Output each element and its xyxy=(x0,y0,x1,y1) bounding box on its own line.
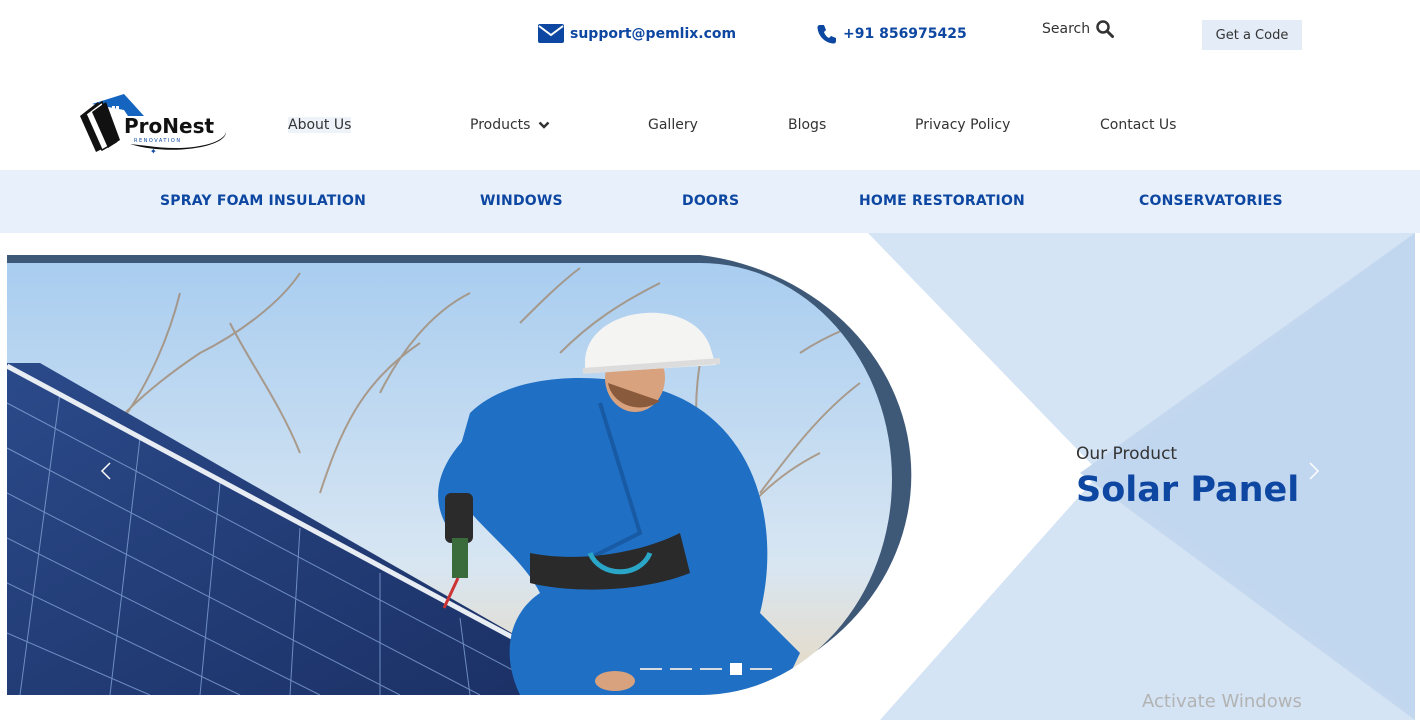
phone-text: +91 856975425 xyxy=(843,26,967,42)
nav-item-label: Blogs xyxy=(788,117,827,133)
envelope-icon xyxy=(538,24,564,43)
slider-dot-active[interactable] xyxy=(730,663,742,675)
nav-item-label: Contact Us xyxy=(1100,117,1177,133)
slider-dot[interactable] xyxy=(700,668,722,670)
chevron-down-icon xyxy=(539,121,550,129)
nav-item-blogs[interactable]: Blogs xyxy=(788,117,826,133)
nav-item-products[interactable]: Products xyxy=(470,117,550,133)
category-windows[interactable]: WINDOWS xyxy=(480,193,563,209)
phone-link[interactable]: +91 856975425 xyxy=(817,24,967,44)
main-navigation: ProNest RENOVATION ✦ About Us Products G… xyxy=(0,80,1420,170)
top-contact-bar: support@pemlix.com +91 856975425 Search … xyxy=(0,0,1420,70)
get-a-code-button[interactable]: Get a Code xyxy=(1202,20,1302,50)
nav-item-label: Privacy Policy xyxy=(915,117,1011,133)
category-bar: SPRAY FOAM INSULATION WINDOWS DOORS HOME… xyxy=(0,170,1420,233)
category-spray-foam-insulation[interactable]: SPRAY FOAM INSULATION xyxy=(160,193,366,209)
search-link[interactable]: Search xyxy=(1042,20,1115,38)
slider-pagination xyxy=(640,663,772,675)
nav-item-gallery[interactable]: Gallery xyxy=(648,117,698,133)
nav-item-label: Products xyxy=(470,117,531,133)
logo-name: ProNest xyxy=(124,114,214,138)
chevron-right-icon xyxy=(1309,462,1320,480)
svg-text:✦: ✦ xyxy=(150,147,157,156)
logo-mark: ProNest RENOVATION ✦ xyxy=(80,94,226,156)
hero-slider: Our Product Solar Panel Activate Windows xyxy=(0,233,1420,720)
nav-item-label: Gallery xyxy=(648,117,698,133)
activate-windows-watermark: Activate Windows xyxy=(1142,691,1302,712)
chevron-left-icon xyxy=(100,462,111,480)
phone-icon xyxy=(817,25,836,44)
pronest-logo[interactable]: ProNest RENOVATION ✦ xyxy=(78,94,230,156)
hero-caption: Our Product Solar Panel xyxy=(1076,444,1299,510)
category-home-restoration[interactable]: HOME RESTORATION xyxy=(859,193,1025,209)
search-icon xyxy=(1096,20,1115,38)
email-text: support@pemlix.com xyxy=(570,25,737,42)
logo-tagline: RENOVATION xyxy=(134,138,182,144)
hero-title: Solar Panel xyxy=(1076,470,1300,510)
nav-item-label: About Us xyxy=(288,117,352,133)
slider-next-button[interactable] xyxy=(1308,461,1320,487)
slider-dot[interactable] xyxy=(750,668,772,670)
category-doors[interactable]: DOORS xyxy=(682,193,739,209)
slider-prev-button[interactable] xyxy=(100,461,112,487)
email-link[interactable]: support@pemlix.com xyxy=(538,24,736,43)
nav-item-about-us[interactable]: About Us xyxy=(288,117,352,133)
nav-item-contact-us[interactable]: Contact Us xyxy=(1100,117,1176,133)
hero-subtitle: Our Product xyxy=(1076,444,1178,464)
nav-item-privacy-policy[interactable]: Privacy Policy xyxy=(915,117,1010,133)
slider-dot[interactable] xyxy=(670,668,692,670)
hero-photo xyxy=(7,263,892,695)
slider-dot[interactable] xyxy=(640,668,662,670)
category-conservatories[interactable]: CONSERVATORIES xyxy=(1139,193,1283,209)
search-label: Search xyxy=(1042,21,1091,37)
